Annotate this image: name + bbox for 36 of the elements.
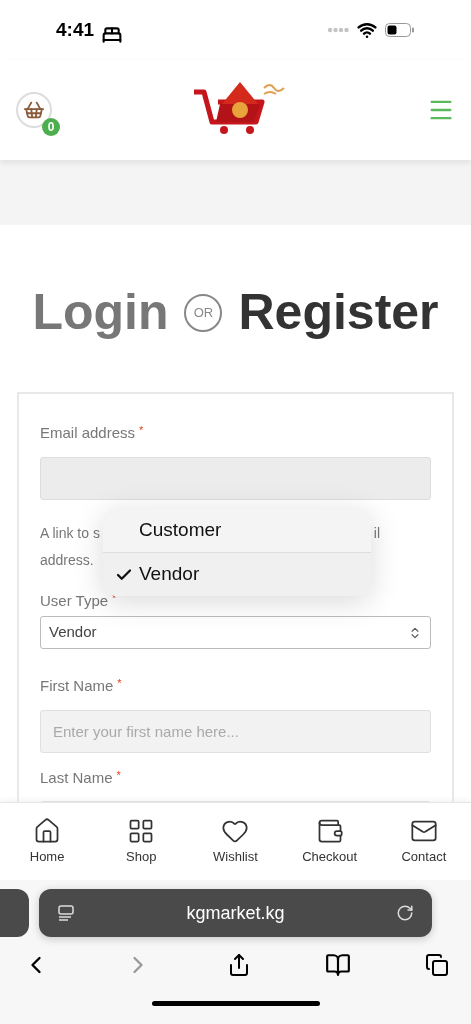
nav-tab[interactable]: Checkout xyxy=(289,816,370,867)
required-mark: * xyxy=(117,676,122,691)
nav-tab[interactable]: Shop xyxy=(101,816,182,867)
wifi-icon xyxy=(357,20,377,40)
info-text: A link to s xyxy=(40,523,100,543)
url-text: kgmarket.kg xyxy=(186,901,285,925)
reload-icon[interactable] xyxy=(396,904,414,922)
first-name-field[interactable]: Enter your first name here... xyxy=(40,709,431,753)
address-bar[interactable]: kgmarket.kg xyxy=(39,889,432,937)
reader-icon xyxy=(57,904,75,922)
field-label: Last Name xyxy=(40,767,113,788)
or-badge: OR xyxy=(184,293,223,332)
required-mark: * xyxy=(116,767,121,783)
info-text: address. xyxy=(40,551,94,568)
nav-tab[interactable]: Wishlist xyxy=(195,816,276,867)
signal-icon xyxy=(327,27,349,33)
field-label: First Name xyxy=(40,676,114,696)
basket-icon xyxy=(23,99,45,121)
register-tab[interactable]: Register xyxy=(238,275,439,350)
nav-tab[interactable]: Contact xyxy=(383,816,464,867)
required-mark: * xyxy=(139,423,144,438)
sleep-icon xyxy=(102,25,122,45)
dropdown-option[interactable]: Customer xyxy=(103,508,371,552)
battery-icon xyxy=(385,23,415,37)
dropdown-option[interactable]: Vendor xyxy=(103,552,371,596)
bookmarks-icon[interactable] xyxy=(324,952,351,978)
tabs-icon[interactable] xyxy=(425,953,449,977)
email-field[interactable] xyxy=(40,456,431,500)
nav-tab[interactable]: Home xyxy=(7,816,88,867)
previous-tab-bar[interactable] xyxy=(0,889,29,937)
field-label: Email address xyxy=(40,423,136,443)
user-type-select[interactable]: Vendor xyxy=(40,616,431,649)
info-text: il xyxy=(373,523,380,543)
status-time: 4:41 xyxy=(56,17,95,42)
cart-count-badge: 0 xyxy=(42,118,60,136)
login-tab[interactable]: Login xyxy=(32,275,169,350)
